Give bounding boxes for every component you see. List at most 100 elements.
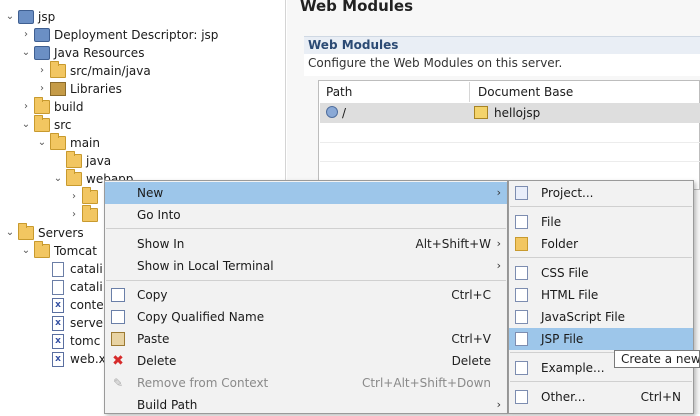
xml-file-icon: x [52,315,64,331]
menu-item-delete[interactable]: ✖ Delete Delete [105,350,507,372]
chevron-right-icon: › [496,398,501,411]
chevron-down-icon[interactable]: ⌄ [36,134,48,152]
menu-item-new[interactable]: New › [105,182,507,204]
tree-item[interactable]: ⌄ src [20,115,72,134]
javascript-file-icon [515,310,528,324]
column-header-path[interactable]: Path [320,82,470,102]
new-folder-icon [515,237,528,251]
menu-separator [106,280,506,281]
folder-icon [18,223,34,240]
folder-icon [66,151,82,168]
file-icon [52,279,64,295]
chevron-down-icon[interactable]: ⌄ [20,44,32,62]
tree-item[interactable]: catali [36,260,103,278]
xml-file-icon: x [52,297,64,313]
other-wizard-icon [515,390,528,404]
project-icon [18,10,34,24]
tree-item[interactable]: x web.x [36,350,106,368]
submenu-item-project[interactable]: Project... [509,182,693,204]
tree-item[interactable]: java [52,151,112,170]
tree-item[interactable]: ⌄ main [36,133,100,152]
tree-item-label: src/main/java [70,64,151,78]
jsp-file-icon [515,332,528,346]
chevron-right-icon[interactable]: › [68,206,80,224]
tooltip: Create a new JSP [614,350,700,368]
tree-item-label: Java Resources [54,46,145,60]
tree-item[interactable]: ⌄ Servers [4,223,84,242]
menu-separator [510,381,692,382]
column-header-document-base[interactable]: Document Base [472,82,700,102]
tree-item[interactable]: x serve [36,314,103,332]
tree-item[interactable]: › build [20,97,84,116]
module-icon [326,106,338,118]
tree-item[interactable]: › src/main/java [36,61,151,80]
menu-item-build-path[interactable]: Build Path › [105,394,507,416]
submenu-item-css-file[interactable]: CSS File [509,262,693,284]
row-path: / [342,106,347,120]
tree-item-label: main [70,136,100,150]
tree-item[interactable]: › [68,205,102,224]
tree-item[interactable]: x tomc [36,332,100,350]
chevron-down-icon[interactable]: ⌄ [20,242,32,260]
chevron-down-icon[interactable]: ⌄ [4,224,16,242]
tree-item-label: jsp [38,10,56,24]
java-resources-icon [34,46,50,60]
chevron-right-icon[interactable]: › [36,62,48,80]
source-folder-icon [50,61,66,78]
chevron-right-icon[interactable]: › [68,188,80,206]
chevron-down-icon[interactable]: ⌄ [52,170,64,188]
tree-item[interactable]: › Deployment Descriptor: jsp [20,26,218,44]
menu-item-copy-qualified-name[interactable]: Copy Qualified Name [105,306,507,328]
tree-item[interactable]: › [68,187,102,206]
chevron-down-icon[interactable]: ⌄ [4,8,16,26]
chevron-right-icon[interactable]: › [20,26,32,44]
submenu-item-jsp-file[interactable]: JSP File [509,328,693,350]
tree-item[interactable]: ⌄ Java Resources [20,44,144,62]
tree-item[interactable]: ⌄ jsp [4,8,55,26]
folder-icon [34,115,50,132]
chevron-right-icon: › [496,186,501,199]
section-description: Configure the Web Modules on this server… [308,56,563,70]
menu-item-copy[interactable]: Copy Ctrl+C [105,284,507,306]
chevron-down-icon[interactable]: ⌄ [20,116,32,134]
table-row[interactable]: / hellojsp [320,103,700,123]
warning-folder-icon [474,106,488,119]
section-header[interactable]: Web Modules [304,36,700,54]
submenu-item-html-file[interactable]: HTML File [509,284,693,306]
editor-title: Web Modules [300,0,414,15]
new-project-icon [515,186,528,200]
grid-line [320,142,700,143]
copy-qualified-icon [111,310,125,324]
tree-item-label: Libraries [70,82,122,96]
copy-icon [111,288,125,302]
menu-separator [106,228,506,229]
submenu-item-javascript-file[interactable]: JavaScript File [509,306,693,328]
menu-item-show-in[interactable]: Show In Alt+Shift+W › [105,233,507,255]
chevron-right-icon: › [496,259,501,272]
tree-item-label: java [86,154,112,168]
tree-item[interactable]: › Libraries [36,80,122,98]
tree-item-label: build [54,100,84,114]
tree-item-label: serve [70,316,104,330]
chevron-right-icon: › [496,237,501,250]
submenu-item-folder[interactable]: Folder [509,233,693,255]
tree-item[interactable]: x conte [36,296,104,314]
new-file-icon [515,215,528,229]
remove-context-icon: ✎ [112,376,124,390]
tree-item-label: web.x [70,352,106,366]
submenu-item-other[interactable]: Other... Ctrl+N [509,386,693,408]
tree-item-label: Deployment Descriptor: jsp [54,28,219,42]
menu-item-paste[interactable]: Paste Ctrl+V [105,328,507,350]
menu-separator [510,257,692,258]
tree-item[interactable]: catali [36,278,103,296]
chevron-right-icon[interactable]: › [36,80,48,98]
menu-item-show-in-terminal[interactable]: Show in Local Terminal › [105,255,507,277]
css-file-icon [515,266,528,280]
folder-icon [34,241,50,258]
menu-item-go-into[interactable]: Go Into [105,204,507,226]
menu-item-remove-from-context[interactable]: ✎ Remove from Context Ctrl+Alt+Shift+Down [105,372,507,394]
tree-item[interactable]: ⌄ Tomcat [20,241,97,260]
tree-item-label: catali [70,280,103,294]
chevron-right-icon[interactable]: › [20,98,32,116]
submenu-item-file[interactable]: File [509,211,693,233]
